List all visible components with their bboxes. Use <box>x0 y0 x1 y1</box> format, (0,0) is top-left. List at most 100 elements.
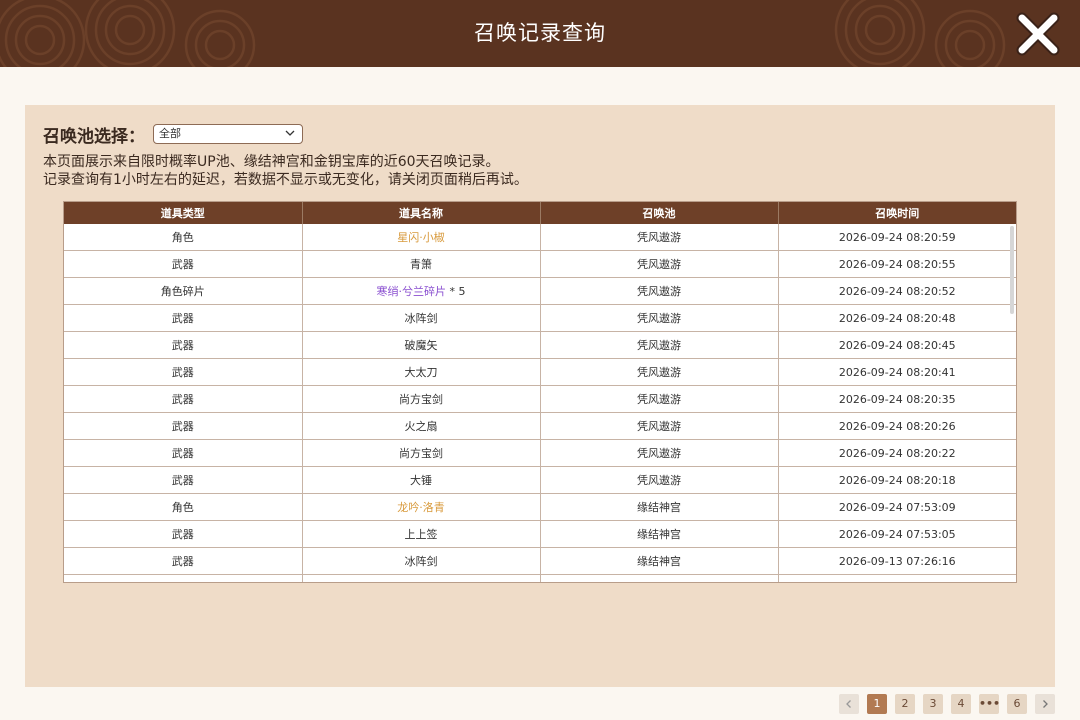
cell-time: 2026-09-24 08:20:59 <box>778 224 1016 251</box>
item-name: 龙吟·洛青 <box>397 501 445 514</box>
page-button-1[interactable]: 1 <box>867 694 887 714</box>
cell-name: 破魔矢 <box>302 331 541 359</box>
table-row: 角色 星闪·小椒 凭风遨游 2026-09-24 08:20:59 <box>64 224 1016 251</box>
description-line-2: 记录查询有1小时左右的延迟，若数据不显示或无变化，请关闭页面稍后再试。 <box>43 172 528 188</box>
cell-type: 角色 <box>64 224 303 251</box>
prev-page-button[interactable] <box>839 694 859 714</box>
cell-time: 2026-09-24 08:20:35 <box>778 385 1016 413</box>
cell-time: 2026-09-24 08:20:18 <box>778 466 1016 494</box>
cell-type: 武器 <box>64 358 303 386</box>
close-button[interactable] <box>1014 10 1062 58</box>
column-header-pool: 召唤池 <box>540 202 779 224</box>
table-row: 角色碎片 寒绡·兮兰碎片 * 5 凭风遨游 2026-09-24 08:20:52 <box>64 277 1016 305</box>
cell-type: 武器 <box>64 439 303 467</box>
cell-time: 2026-09-24 08:20:22 <box>778 439 1016 467</box>
cell-pool: 凭风遨游 <box>540 385 779 413</box>
item-name: 大太刀 <box>405 582 438 583</box>
item-name: 破魔矢 <box>404 339 438 352</box>
cell-type: 武器 <box>64 250 303 278</box>
cell-name: 龙吟·洛青 <box>302 493 541 521</box>
header-bar: 召唤记录查询 <box>0 0 1080 67</box>
page-button-6[interactable]: 6 <box>1007 694 1027 714</box>
page-ellipsis[interactable]: ••• <box>979 694 1000 714</box>
cell-pool: 凭风遨游 <box>540 250 779 278</box>
pagination: 1 2 3 4 ••• 6 <box>839 694 1063 714</box>
pool-select-value: 全部 <box>159 127 181 140</box>
table-scrollbar[interactable] <box>1010 226 1014 314</box>
table-header-row: 道具类型 道具名称 召唤池 召唤时间 <box>64 202 1016 224</box>
cell-time: 2026-09-12 10:15:44 <box>778 574 1016 582</box>
cell-name: 冰阵剑 <box>302 304 541 332</box>
page-title: 召唤记录查询 <box>474 21 606 45</box>
pool-select-dropdown[interactable]: 全部 <box>153 124 303 144</box>
chevron-left-icon <box>846 700 851 708</box>
cell-pool: 缘结神宫 <box>540 493 779 521</box>
cell-pool: 凭风遨游 <box>540 224 779 251</box>
description: 本页面展示来自限时概率UP池、缘结神宫和金钥宝库的近60天召唤记录。 记录查询有… <box>43 153 528 189</box>
table-row: 武器 冰阵剑 凭风遨游 2026-09-24 08:20:48 <box>64 304 1016 332</box>
cell-pool: 凭风遨游 <box>540 277 779 305</box>
cell-time: 2026-09-24 07:53:09 <box>778 493 1016 521</box>
table-row: 武器 尚方宝剑 凭风遨游 2026-09-24 08:20:35 <box>64 385 1016 413</box>
cell-type: 武器 <box>64 331 303 359</box>
cell-type: 武器 <box>64 385 303 413</box>
cell-name: 大太刀 <box>302 574 541 583</box>
cell-type: 角色碎片 <box>64 277 303 305</box>
page-button-4[interactable]: 4 <box>951 694 971 714</box>
cell-time: 2026-09-24 08:20:52 <box>778 277 1016 305</box>
cell-name: 尚方宝剑 <box>302 439 541 467</box>
chevron-down-icon <box>285 130 295 136</box>
cell-time: 2026-09-24 08:20:55 <box>778 250 1016 278</box>
records-table-container[interactable]: 道具类型 道具名称 召唤池 召唤时间 角色 星闪·小椒 凭风遨游 2026-09-24… <box>63 201 1017 583</box>
cell-name: 火之扇 <box>302 412 541 440</box>
cell-type: 武器 <box>64 412 303 440</box>
cell-type: 武器 <box>64 520 303 548</box>
table-row: 武器 火之扇 凭风遨游 2026-09-24 08:20:26 <box>64 412 1016 440</box>
column-header-name: 道具名称 <box>302 202 541 224</box>
item-name: 火之扇 <box>404 420 438 433</box>
pool-filter: 召唤池选择： 全部 <box>43 123 303 147</box>
table-row: 武器 青箫 凭风遨游 2026-09-24 08:20:55 <box>64 250 1016 278</box>
table-row: 武器 上上签 缘结神宫 2026-09-24 07:53:05 <box>64 520 1016 548</box>
table-body: 角色 星闪·小椒 凭风遨游 2026-09-24 08:20:59 武器 青箫 凭风遨游 20… <box>64 224 1016 583</box>
table-row: 武器 尚方宝剑 凭风遨游 2026-09-24 08:20:22 <box>64 439 1016 467</box>
cell-time: 2026-09-24 08:20:41 <box>778 358 1016 386</box>
cell-time: 2026-09-24 08:20:48 <box>778 304 1016 332</box>
table-row: 武器 冰阵剑 缘结神宫 2026-09-13 07:26:16 <box>64 547 1016 575</box>
cell-pool: 凭风遨游 <box>540 439 779 467</box>
cell-type: 武器 <box>64 574 303 582</box>
chevron-right-icon <box>1043 700 1048 708</box>
cell-pool: 缘结神宫 <box>540 547 779 575</box>
cell-pool: 凭风遨游 <box>540 304 779 332</box>
cell-name: 寒绡·兮兰碎片 * 5 <box>302 277 541 305</box>
column-header-time: 召唤时间 <box>778 202 1016 224</box>
cell-name: 尚方宝剑 <box>302 385 541 413</box>
item-name: 冰阵剑 <box>404 312 438 325</box>
item-name: 大锤 <box>410 474 432 487</box>
item-name: 上上签 <box>404 528 438 541</box>
next-page-button[interactable] <box>1035 694 1055 714</box>
close-icon <box>1016 12 1060 56</box>
table-row: 武器 大太刀 凭风遨游 2026-09-24 08:20:41 <box>64 358 1016 386</box>
cell-pool: 缘结神宫 <box>540 520 779 548</box>
cell-type: 角色 <box>64 493 303 521</box>
cell-type: 武器 <box>64 304 303 332</box>
cell-type: 武器 <box>64 466 303 494</box>
item-name: 尚方宝剑 <box>399 447 443 460</box>
item-quantity: * 5 <box>446 285 466 298</box>
page-button-2[interactable]: 2 <box>895 694 915 714</box>
cell-pool: 凭风遨游 <box>540 466 779 494</box>
cell-pool: 凭风遨游 <box>540 331 779 359</box>
cell-pool: 凭风遨游 <box>540 358 779 386</box>
table-row: 武器 破魔矢 凭风遨游 2026-09-24 08:20:45 <box>64 331 1016 359</box>
cell-name: 大太刀 <box>302 358 541 386</box>
item-name: 大太刀 <box>404 366 438 379</box>
item-name: 星闪·小椒 <box>397 231 445 244</box>
cell-name: 冰阵剑 <box>302 547 541 575</box>
item-name: 尚方宝剑 <box>399 393 443 406</box>
page-button-3[interactable]: 3 <box>923 694 943 714</box>
table-row: 武器大太刀 冰鹤履霜归2026-09-12 10:15:44 <box>64 574 1016 583</box>
records-table: 道具类型 道具名称 召唤池 召唤时间 角色 星闪·小椒 凭风遨游 2026-09-24… <box>64 202 1016 583</box>
cell-time: 2026-09-24 07:53:05 <box>778 520 1016 548</box>
cell-type: 武器 <box>64 547 303 575</box>
